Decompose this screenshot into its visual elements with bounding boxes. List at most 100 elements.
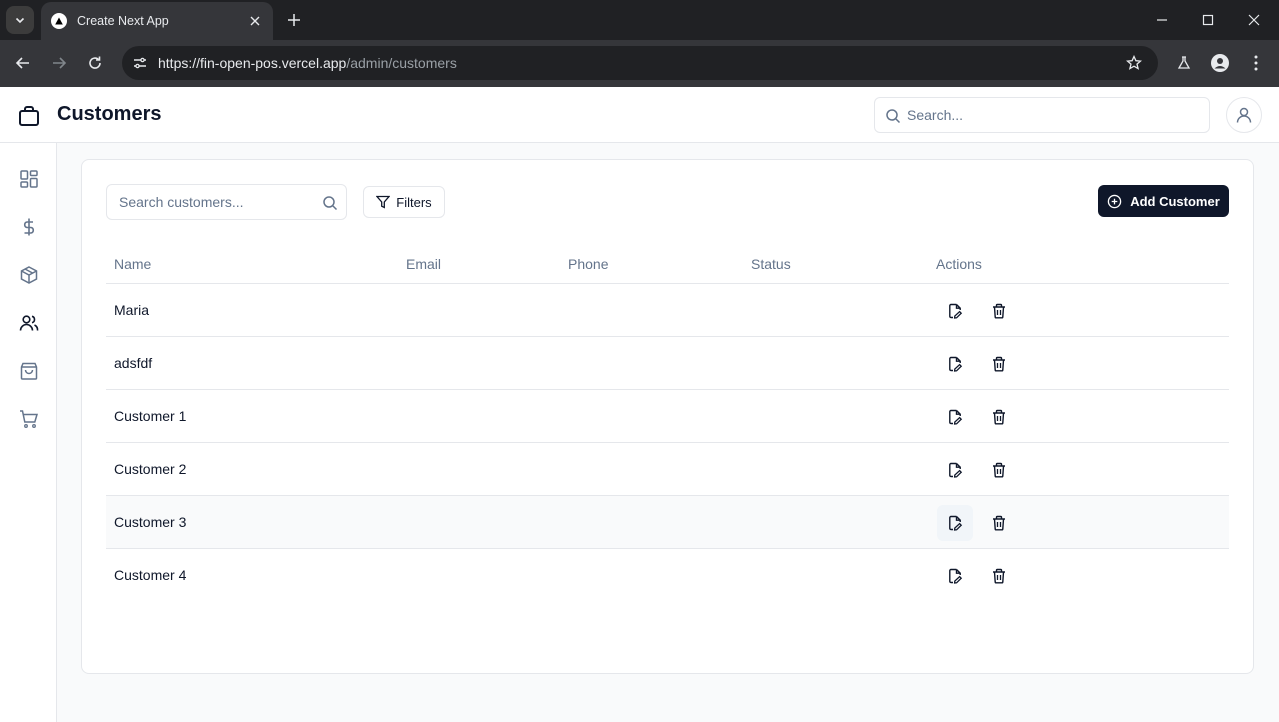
customer-name: Customer 2 <box>114 461 187 477</box>
chevron-down-icon <box>15 17 25 24</box>
customer-name: Maria <box>114 302 150 318</box>
more-vertical-icon <box>1254 55 1258 71</box>
trash-icon <box>993 303 1005 319</box>
customer-name: Customer 3 <box>114 514 187 530</box>
minimize-icon <box>1157 19 1167 21</box>
star-icon <box>1126 55 1142 70</box>
maximize-button[interactable] <box>1185 0 1231 40</box>
delete-customer-button[interactable] <box>981 505 1017 541</box>
forward-button[interactable] <box>45 49 73 77</box>
edit-customer-button[interactable] <box>937 293 973 329</box>
table-row: Customer 2 <box>106 443 1229 496</box>
close-window-button[interactable] <box>1231 0 1277 40</box>
column-header-name: Name <box>114 256 152 272</box>
customer-search <box>106 184 347 220</box>
table-row: Maria <box>106 284 1229 337</box>
account-circle-icon <box>1211 54 1229 72</box>
file-pen-icon <box>949 462 963 478</box>
file-pen-icon <box>949 303 963 319</box>
app-header: Customers <box>0 87 1279 143</box>
browser-titlebar: Create Next App <box>0 0 1279 40</box>
plus-circle-icon <box>1107 194 1122 208</box>
sidebar-item-products[interactable] <box>16 262 42 288</box>
edit-customer-button[interactable] <box>937 452 973 488</box>
filters-button[interactable]: Filters <box>363 186 445 218</box>
tune-icon <box>134 57 146 69</box>
flask-icon <box>1177 56 1191 69</box>
labs-button[interactable] <box>1172 51 1196 75</box>
delete-customer-button[interactable] <box>981 293 1017 329</box>
trash-icon <box>993 356 1005 372</box>
customers-card: Filters Add Customer Name Email Phone St… <box>81 159 1254 674</box>
column-header-status: Status <box>751 256 791 272</box>
column-header-actions: Actions <box>936 256 982 272</box>
delete-customer-button[interactable] <box>981 558 1017 594</box>
table-row: Customer 3 <box>106 496 1229 549</box>
maximize-icon <box>1202 14 1214 26</box>
customers-table: Name Email Phone Status Actions Maria ad… <box>106 242 1229 602</box>
edit-customer-button[interactable] <box>937 505 973 541</box>
global-search-input[interactable] <box>907 98 1203 132</box>
close-icon <box>1248 14 1260 26</box>
edit-customer-button[interactable] <box>937 558 973 594</box>
browser-menu-button[interactable] <box>1244 51 1268 75</box>
filters-label: Filters <box>396 194 432 210</box>
sidebar-item-pos[interactable] <box>16 406 42 432</box>
bookmark-button[interactable] <box>1124 53 1144 73</box>
add-customer-button[interactable]: Add Customer <box>1098 185 1229 217</box>
site-info-button[interactable] <box>128 51 152 75</box>
trash-icon <box>993 462 1005 478</box>
file-pen-icon <box>949 515 963 531</box>
sidebar <box>0 143 57 722</box>
file-pen-icon <box>949 356 963 372</box>
close-tab-button[interactable] <box>245 11 265 31</box>
customer-name: Customer 1 <box>114 408 187 424</box>
sidebar-item-cashier[interactable] <box>16 214 42 240</box>
layout-dashboard-icon <box>20 170 38 188</box>
address-bar[interactable]: https://fin-open-pos.vercel.app/admin/cu… <box>122 46 1158 80</box>
table-header: Name Email Phone Status Actions <box>106 242 1229 284</box>
trash-icon <box>993 409 1005 425</box>
plus-icon <box>288 14 300 26</box>
global-search <box>874 97 1210 133</box>
main-content: Filters Add Customer Name Email Phone St… <box>57 143 1279 722</box>
tab-search-button[interactable] <box>6 6 34 34</box>
trash-icon <box>993 568 1005 584</box>
close-icon <box>250 16 260 26</box>
table-row: Customer 1 <box>106 390 1229 443</box>
file-pen-icon <box>949 568 963 584</box>
edit-customer-button[interactable] <box>937 346 973 382</box>
user-menu-button[interactable] <box>1226 97 1262 133</box>
file-pen-icon <box>949 409 963 425</box>
shopping-cart-icon <box>20 410 39 428</box>
new-tab-button[interactable] <box>282 8 306 32</box>
arrow-right-icon <box>53 57 67 69</box>
customer-search-input[interactable] <box>119 185 319 219</box>
customer-name: Customer 4 <box>114 567 187 583</box>
back-button[interactable] <box>9 49 37 77</box>
edit-customer-button[interactable] <box>937 399 973 435</box>
shopping-bag-icon <box>20 362 38 380</box>
user-icon <box>1236 107 1252 123</box>
sidebar-item-dashboard[interactable] <box>16 166 42 192</box>
package-logo-icon[interactable] <box>17 104 41 128</box>
reload-button[interactable] <box>81 49 109 77</box>
minimize-button[interactable] <box>1139 0 1185 40</box>
table-body: Maria adsfdf Customer 1 Customer 2 Custo… <box>106 284 1229 602</box>
sidebar-item-orders[interactable] <box>16 358 42 384</box>
delete-customer-button[interactable] <box>981 452 1017 488</box>
reload-icon <box>89 56 101 69</box>
delete-customer-button[interactable] <box>981 346 1017 382</box>
delete-customer-button[interactable] <box>981 399 1017 435</box>
profile-button[interactable] <box>1208 51 1232 75</box>
table-row: Customer 4 <box>106 549 1229 602</box>
sidebar-item-customers[interactable] <box>16 310 42 336</box>
arrow-left-icon <box>15 57 29 69</box>
dollar-sign-icon <box>23 218 35 236</box>
column-header-phone: Phone <box>568 256 609 272</box>
url-text: https://fin-open-pos.vercel.app/admin/cu… <box>158 55 457 71</box>
add-customer-label: Add Customer <box>1130 193 1220 209</box>
table-row: adsfdf <box>106 337 1229 390</box>
users-icon <box>19 315 39 331</box>
browser-tab[interactable]: Create Next App <box>41 2 273 40</box>
